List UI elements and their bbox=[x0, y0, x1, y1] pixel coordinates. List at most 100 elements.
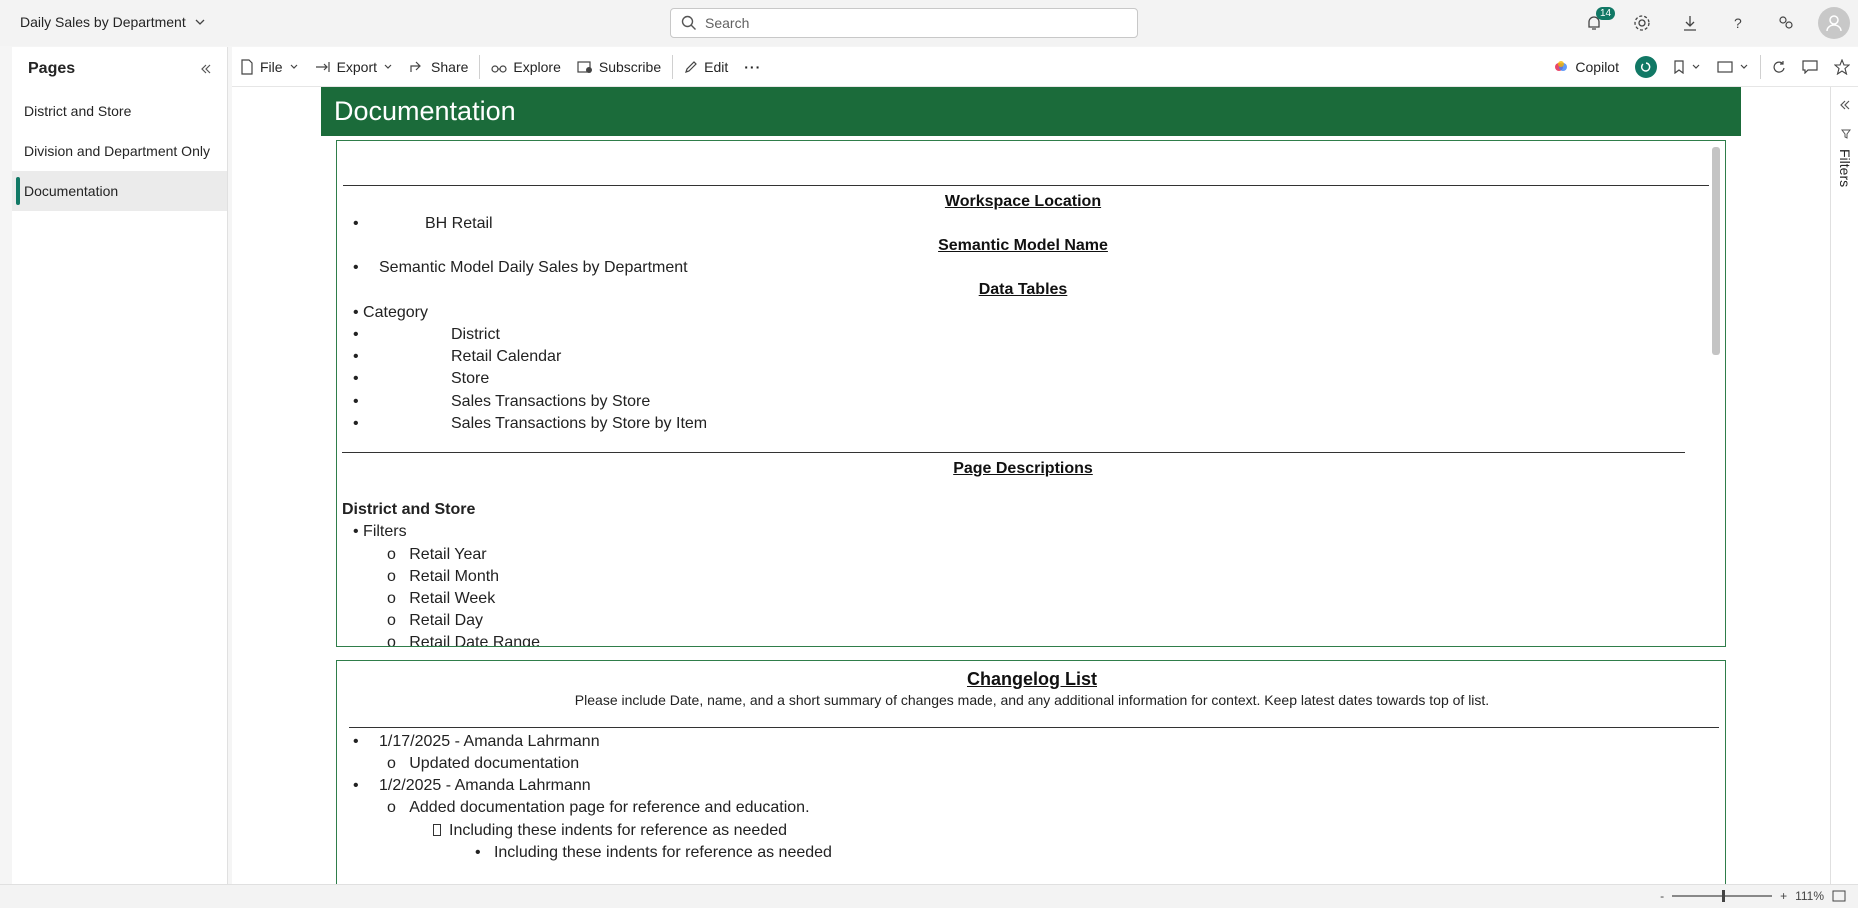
subscribe-label: Subscribe bbox=[598, 58, 662, 75]
export-label: Export bbox=[336, 58, 378, 75]
edit-button[interactable]: Edit bbox=[676, 47, 736, 87]
filter-label: Retail Week bbox=[409, 590, 496, 607]
changelog-subsubitem-label: Including these indents for reference as… bbox=[449, 822, 788, 839]
export-menu-button[interactable]: Export bbox=[307, 47, 401, 87]
copilot-label: Copilot bbox=[1575, 59, 1619, 75]
changelog-subitem: o Updated documentation bbox=[387, 755, 580, 772]
help-button[interactable]: ? bbox=[1714, 0, 1762, 46]
filter-item: o Retail Day bbox=[387, 612, 484, 629]
people-icon bbox=[1779, 16, 1793, 29]
page-item-documentation[interactable]: Documentation bbox=[12, 171, 227, 211]
page-item-division-and-department[interactable]: Division and Department Only bbox=[12, 131, 227, 171]
report-canvas: Documentation Workspace Location • BH Re… bbox=[232, 87, 1830, 884]
file-menu-button[interactable]: File bbox=[232, 47, 307, 87]
avatar bbox=[1818, 7, 1850, 39]
subscribe-button[interactable]: Subscribe bbox=[569, 47, 669, 87]
filter-item: o Retail Week bbox=[387, 590, 496, 607]
file-icon bbox=[241, 58, 253, 75]
zoom-slider[interactable] bbox=[1672, 890, 1773, 902]
more-options-icon: ··· bbox=[744, 58, 762, 75]
bullet: • bbox=[353, 415, 359, 432]
chevron-down-icon bbox=[1740, 64, 1748, 69]
data-tables-heading: Data Tables bbox=[978, 281, 1068, 298]
view-icon bbox=[1717, 61, 1733, 73]
search-icon bbox=[681, 15, 696, 30]
download-button[interactable] bbox=[1666, 0, 1714, 46]
star-icon bbox=[1834, 59, 1850, 75]
share-icon bbox=[410, 61, 421, 72]
changelog-subsubsubitem: • Including these indents for reference … bbox=[475, 844, 832, 861]
report-toolbar: File Export Share Explore Subscribe Edit… bbox=[232, 47, 1858, 87]
documentation-textbox[interactable]: Workspace Location • BH Retail Semantic … bbox=[336, 140, 1726, 647]
filter-icon bbox=[1841, 129, 1851, 139]
status-bar: - + 111% bbox=[0, 884, 1858, 908]
category-label: Category bbox=[363, 304, 428, 321]
edit-label: Edit bbox=[704, 58, 729, 75]
refresh-button[interactable] bbox=[1764, 47, 1794, 87]
comments-button[interactable] bbox=[1794, 47, 1826, 87]
copilot-button[interactable]: Copilot bbox=[1545, 47, 1627, 87]
report-title: Daily Sales by Department bbox=[20, 14, 186, 30]
settings-button[interactable] bbox=[1618, 0, 1666, 46]
pages-pane: Pages District and Store Division and De… bbox=[12, 47, 228, 884]
category-item: • Category bbox=[353, 304, 428, 321]
collapse-pane-icon[interactable] bbox=[199, 62, 213, 76]
filter-label: Retail Year bbox=[409, 546, 487, 563]
zoom-in-button[interactable]: + bbox=[1780, 889, 1787, 903]
comment-icon bbox=[1802, 60, 1818, 74]
view-button[interactable] bbox=[1709, 47, 1757, 87]
refresh-icon bbox=[1773, 61, 1785, 73]
workspace-heading: Workspace Location bbox=[944, 193, 1102, 210]
changelog-subitem-label: Updated documentation bbox=[409, 755, 580, 772]
expand-pane-icon[interactable] bbox=[1839, 99, 1851, 111]
binoculars-icon bbox=[491, 64, 507, 73]
zoom-out-button[interactable]: - bbox=[1660, 889, 1664, 903]
changelog-entry: 1/2/2025 - Amanda Lahrmann bbox=[379, 777, 591, 794]
download-icon bbox=[1684, 16, 1696, 31]
semantic-model-heading: Semantic Model Name bbox=[938, 237, 1108, 254]
bullet: • bbox=[353, 326, 359, 343]
search-input[interactable] bbox=[705, 15, 1105, 31]
page-item-label: District and Store bbox=[24, 103, 132, 119]
workspace-value: BH Retail bbox=[425, 215, 493, 232]
filters-pane-label: Filters bbox=[1837, 149, 1853, 188]
share-label: Share bbox=[431, 58, 469, 75]
filter-item: o Retail Month bbox=[387, 568, 500, 585]
explore-label: Explore bbox=[513, 58, 561, 75]
svg-text:?: ? bbox=[1734, 15, 1742, 31]
bullet: • bbox=[353, 215, 359, 232]
favorite-button[interactable] bbox=[1826, 47, 1858, 87]
zoom-slider-thumb[interactable] bbox=[1722, 890, 1726, 902]
bookmark-button[interactable] bbox=[1665, 47, 1709, 87]
report-title-dropdown[interactable]: Daily Sales by Department bbox=[20, 14, 206, 30]
export-icon bbox=[315, 61, 330, 72]
toolbar-divider bbox=[479, 54, 481, 79]
scrollbar[interactable] bbox=[1712, 147, 1720, 355]
explore-button[interactable]: Explore bbox=[483, 47, 568, 87]
file-label: File bbox=[260, 58, 283, 75]
account-button[interactable] bbox=[1810, 0, 1858, 46]
search-box[interactable] bbox=[670, 8, 1138, 38]
changelog-subsubsubitem-label: Including these indents for reference as… bbox=[493, 844, 832, 861]
zoom-level: 111% bbox=[1795, 889, 1824, 903]
bullet: • bbox=[353, 777, 359, 794]
fit-to-page-icon[interactable] bbox=[1832, 890, 1846, 902]
changelog-textbox[interactable]: Changelog List Please include Date, name… bbox=[336, 660, 1726, 884]
filters-pane[interactable]: Filters bbox=[1830, 87, 1858, 884]
share-feedback-button[interactable] bbox=[1762, 0, 1810, 46]
page-item-district-and-store[interactable]: District and Store bbox=[12, 91, 227, 131]
changelog-subsubitem: Including these indents for reference as… bbox=[433, 822, 787, 840]
page-descriptions-heading: Page Descriptions bbox=[953, 460, 1093, 477]
page-item-label: Documentation bbox=[24, 183, 119, 199]
more-options-button[interactable]: ··· bbox=[736, 47, 769, 87]
share-button[interactable]: Share bbox=[401, 47, 476, 87]
reset-button[interactable] bbox=[1635, 56, 1657, 78]
bullet: • bbox=[353, 259, 359, 276]
top-header: Daily Sales by Department 14 ? bbox=[0, 0, 1858, 46]
chevron-down-icon bbox=[290, 64, 297, 69]
notifications-button[interactable]: 14 bbox=[1570, 0, 1618, 46]
filter-label: Retail Day bbox=[409, 612, 484, 629]
reset-icon bbox=[1640, 62, 1651, 72]
semantic-model-value: Semantic Model Daily Sales by Department bbox=[379, 259, 688, 276]
page-title: Documentation bbox=[334, 96, 516, 126]
